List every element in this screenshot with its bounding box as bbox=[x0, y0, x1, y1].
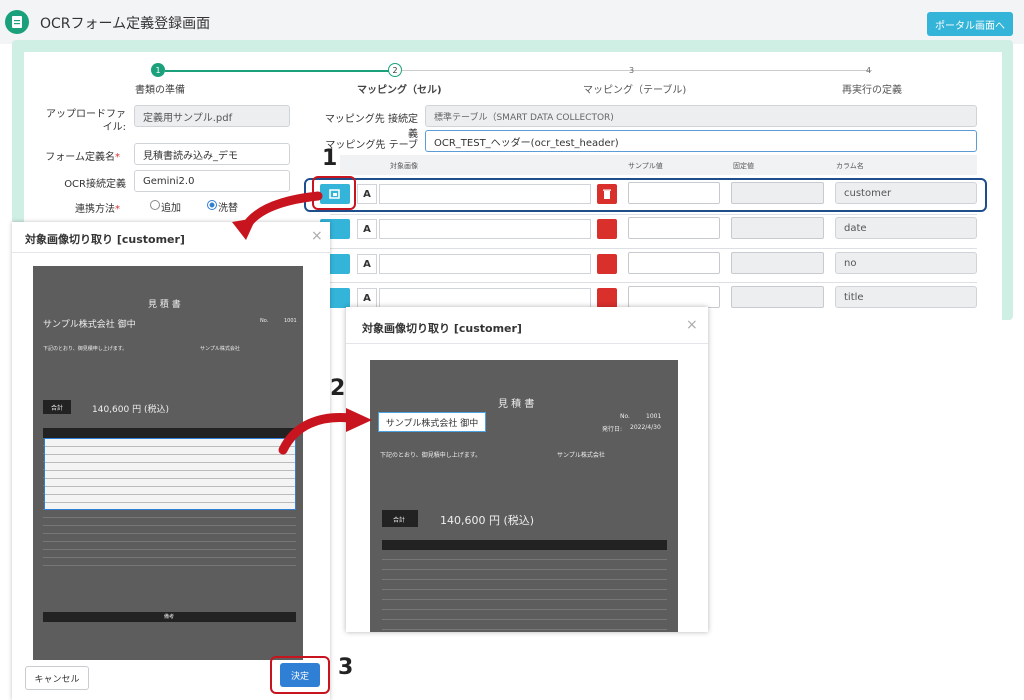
arrow-1 bbox=[240, 191, 323, 233]
annotation-arrows bbox=[232, 191, 372, 455]
arrow-2 bbox=[278, 412, 355, 455]
arrow-1-head bbox=[232, 218, 256, 240]
arrow-2-head bbox=[346, 408, 372, 432]
